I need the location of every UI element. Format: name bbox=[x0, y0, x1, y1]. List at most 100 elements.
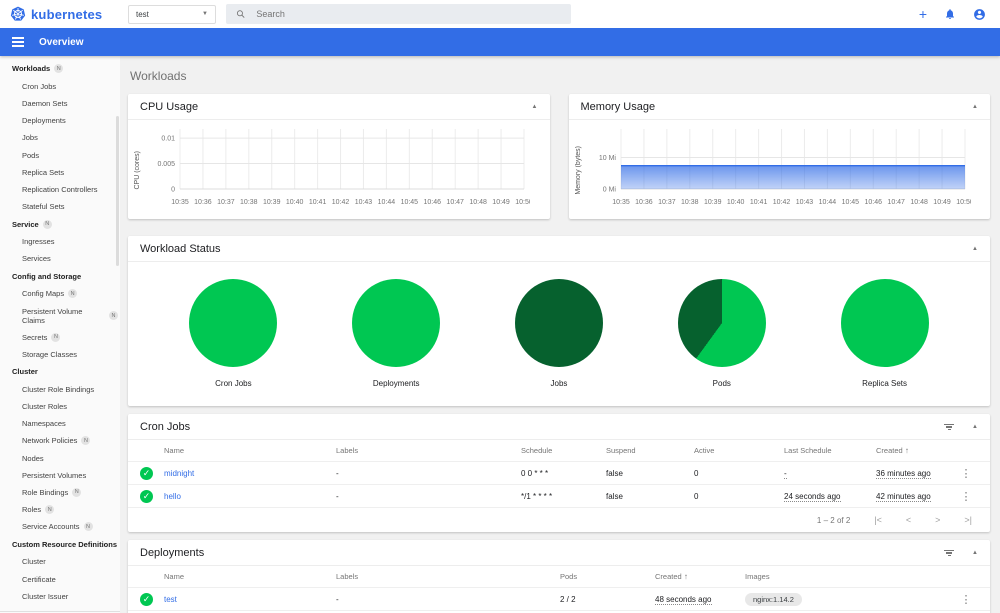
column-header-images[interactable]: Images bbox=[745, 572, 954, 581]
sidebar-item-cluster-role-bindings[interactable]: Cluster Role Bindings bbox=[0, 381, 120, 398]
deployment-name-link[interactable]: test bbox=[164, 595, 336, 604]
usage-charts-row: CPU Usage ▲ CPU (cores) 0 0.005 0.01 10:35 1… bbox=[128, 94, 990, 219]
sidebar-item-roles[interactable]: Roles N bbox=[0, 501, 120, 518]
column-header-labels[interactable]: Labels bbox=[336, 572, 560, 581]
collapse-icon[interactable]: ▲ bbox=[532, 104, 538, 110]
namespaced-badge: N bbox=[109, 311, 118, 320]
collapse-icon[interactable]: ▲ bbox=[972, 550, 978, 556]
sidebar-item-stateful-sets[interactable]: Stateful Sets bbox=[0, 198, 120, 215]
column-header-active[interactable]: Active bbox=[694, 446, 784, 455]
sidebar-item-cron-jobs[interactable]: Cron Jobs bbox=[0, 78, 120, 95]
sidebar-section-workloads[interactable]: Workloads N bbox=[0, 60, 120, 78]
sidebar-item-label: Certificate bbox=[22, 574, 56, 584]
toolbar-title: Overview bbox=[39, 36, 84, 48]
sidebar-item-label: Replica Sets bbox=[22, 167, 65, 177]
sidebar-item-replication-controllers[interactable]: Replication Controllers bbox=[0, 181, 120, 198]
pie-chart-cron-jobs bbox=[189, 279, 278, 367]
filter-icon[interactable] bbox=[942, 422, 956, 433]
x-tick-label: 10:40 bbox=[726, 199, 744, 206]
sidebar-item-services[interactable]: Services bbox=[0, 250, 120, 267]
sidebar-item-nodes[interactable]: Nodes bbox=[0, 450, 120, 467]
sidebar-item-service-accounts[interactable]: Service Accounts N bbox=[0, 518, 120, 535]
collapse-icon[interactable]: ▲ bbox=[972, 104, 978, 110]
sidebar-item-replica-sets[interactable]: Replica Sets bbox=[0, 164, 120, 181]
sidebar-item-cluster[interactable]: Cluster bbox=[0, 553, 120, 570]
sidebar-item-config-maps[interactable]: Config Maps N bbox=[0, 285, 120, 302]
notifications-button[interactable] bbox=[944, 8, 956, 20]
sidebar-item-persistent-volumes[interactable]: Persistent Volumes bbox=[0, 467, 120, 484]
page-title: Workloads bbox=[130, 69, 187, 83]
sidebar-item-cluster-roles[interactable]: Cluster Roles bbox=[0, 398, 120, 415]
collapse-icon[interactable]: ▲ bbox=[972, 424, 978, 430]
pie-chart-label: Jobs bbox=[550, 379, 568, 388]
workload-status-card: Workload Status ▲ Cron Jobs Deployments Jo… bbox=[128, 236, 990, 406]
sidebar-item-persistent-volume-claims[interactable]: Persistent Volume Claims N bbox=[0, 302, 120, 328]
sidebar-item-namespaces[interactable]: Namespaces bbox=[0, 415, 120, 432]
menu-hamburger-button[interactable] bbox=[12, 37, 24, 47]
deployment-created-value: 48 seconds ago bbox=[655, 594, 712, 605]
search-bar[interactable] bbox=[226, 4, 571, 24]
cronjob-last-schedule-value: - bbox=[784, 468, 787, 479]
column-header-name[interactable]: Name bbox=[164, 572, 336, 581]
cronjob-active: 0 bbox=[694, 468, 699, 478]
x-tick-label: 10:49 bbox=[933, 199, 951, 206]
workload-status-replica-sets: Replica Sets bbox=[840, 279, 929, 388]
x-tick-label: 10:45 bbox=[841, 199, 859, 206]
sidebar-item-network-policies[interactable]: Network Policies N bbox=[0, 432, 120, 449]
row-menu-button[interactable]: ⋮ bbox=[954, 490, 978, 503]
row-menu-button[interactable]: ⋮ bbox=[954, 467, 978, 480]
namespaced-badge: N bbox=[81, 436, 91, 446]
column-header-suspend[interactable]: Suspend bbox=[606, 446, 694, 455]
row-menu-button[interactable]: ⋮ bbox=[954, 593, 978, 606]
create-resource-button[interactable]: + bbox=[919, 7, 927, 21]
sidebar-scrollbar[interactable] bbox=[116, 116, 119, 266]
deployment-images: nginx:1.14.2 bbox=[745, 592, 954, 606]
search-input[interactable] bbox=[254, 8, 561, 20]
column-header-labels[interactable]: Labels bbox=[336, 446, 521, 455]
sidebar-item-pods[interactable]: Pods bbox=[0, 147, 120, 164]
sidebar-item-certificate[interactable]: Certificate bbox=[0, 570, 120, 587]
x-tick-label: 10:42 bbox=[332, 199, 350, 206]
sidebar-item-role-bindings[interactable]: Role Bindings N bbox=[0, 484, 120, 501]
namespace-select[interactable]: test ▼ bbox=[128, 4, 216, 24]
column-header-created[interactable]: Created ↑ bbox=[876, 446, 954, 455]
next-page-button[interactable]: > bbox=[935, 515, 940, 525]
sidebar-item-label: Persistent Volume Claims bbox=[22, 306, 83, 325]
sidebar-section-service[interactable]: Service N bbox=[0, 215, 120, 233]
x-tick-label: 10:46 bbox=[864, 199, 882, 206]
column-header-last-schedule[interactable]: Last Schedule bbox=[784, 446, 876, 455]
cronjob-name-link[interactable]: midnight bbox=[164, 469, 336, 478]
first-page-button[interactable]: |< bbox=[874, 515, 882, 525]
cronjob-name-link[interactable]: hello bbox=[164, 492, 336, 501]
sidebar-nav: Workloads N Cron Jobs Daemon Sets Deployment… bbox=[0, 60, 120, 613]
sidebar-item-secrets[interactable]: Secrets N bbox=[0, 329, 120, 346]
collapse-icon[interactable]: ▲ bbox=[972, 246, 978, 252]
sidebar-item-ingresses[interactable]: Ingresses bbox=[0, 233, 120, 250]
cronjob-last-schedule-value: 24 seconds ago bbox=[784, 491, 841, 502]
sidebar-item-deployments[interactable]: Deployments bbox=[0, 112, 120, 129]
column-header-schedule[interactable]: Schedule bbox=[521, 446, 606, 455]
sidebar-item-label: Nodes bbox=[22, 453, 44, 463]
user-profile-button[interactable] bbox=[973, 8, 986, 21]
column-header-pods[interactable]: Pods bbox=[560, 572, 655, 581]
previous-page-button[interactable]: < bbox=[906, 515, 911, 525]
sidebar-item-label: Cluster Issuer bbox=[22, 591, 69, 601]
sort-ascending-icon: ↑ bbox=[681, 572, 688, 581]
x-tick-label: 10:48 bbox=[910, 199, 928, 206]
column-header-name[interactable]: Name bbox=[164, 446, 336, 455]
pie-chart-label: Cron Jobs bbox=[215, 379, 252, 388]
column-header-created[interactable]: Created ↑ bbox=[655, 572, 745, 581]
pie-chart-deployments bbox=[352, 279, 441, 367]
sidebar-item-label: Deployments bbox=[22, 116, 66, 126]
sidebar-item-daemon-sets[interactable]: Daemon Sets bbox=[0, 95, 120, 112]
last-page-button[interactable]: >| bbox=[964, 515, 972, 525]
sidebar-item-storage-classes[interactable]: Storage Classes bbox=[0, 346, 120, 363]
memory-usage-card-header: Memory Usage ▲ bbox=[568, 94, 990, 120]
sidebar-item-jobs[interactable]: Jobs bbox=[0, 129, 120, 146]
kubernetes-logo[interactable]: kubernetes bbox=[0, 6, 120, 22]
sidebar-item-cluster-issuer[interactable]: Cluster Issuer bbox=[0, 588, 120, 605]
sidebar-item-label: Services bbox=[22, 254, 51, 264]
filter-icon[interactable] bbox=[942, 548, 956, 559]
memory-y-axis-label: Memory (bytes) bbox=[574, 146, 582, 195]
sidebar-item-label: Storage Classes bbox=[22, 349, 78, 359]
